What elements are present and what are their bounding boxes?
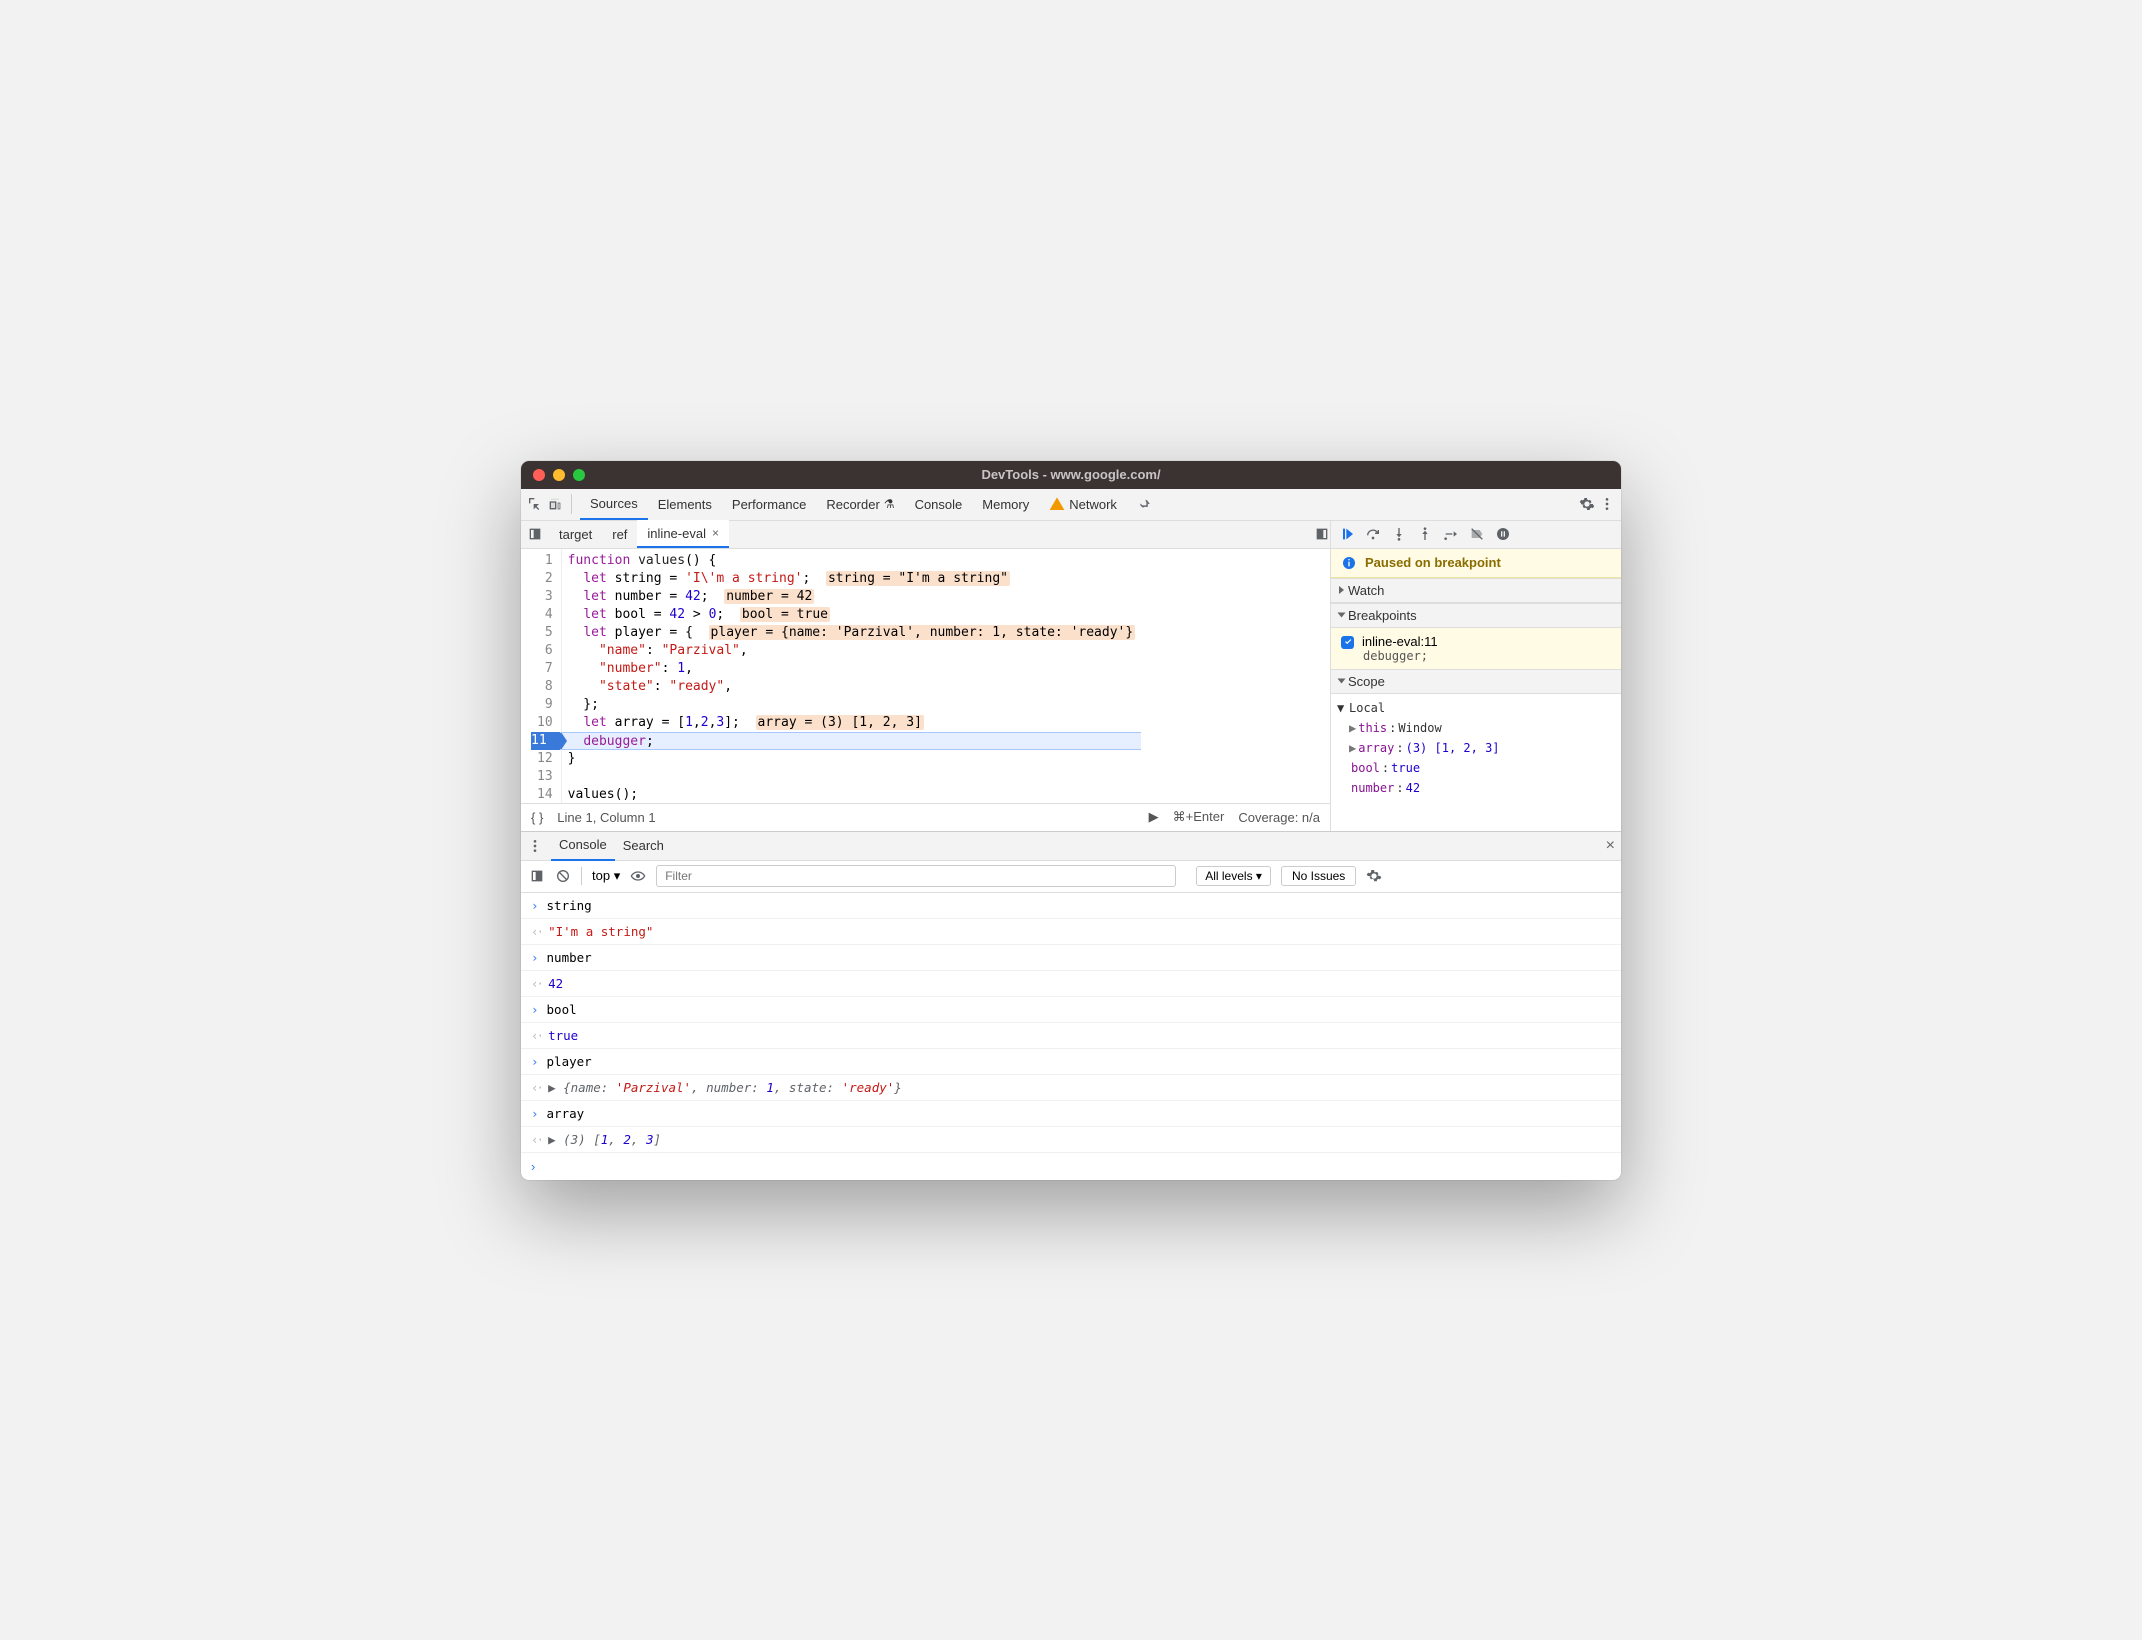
cursor-position: Line 1, Column 1: [557, 810, 655, 825]
resume-icon[interactable]: [1339, 526, 1355, 542]
step-over-icon[interactable]: [1365, 526, 1381, 542]
warning-icon: [1049, 496, 1065, 512]
debugger-toolbar: [1331, 521, 1621, 549]
panel-tab-console[interactable]: Console: [905, 488, 973, 520]
console-input-line[interactable]: array: [521, 1101, 1621, 1127]
traffic-lights: [521, 469, 585, 481]
close-tab-icon[interactable]: ×: [712, 526, 719, 540]
run-hint: ⌘+Enter: [1173, 809, 1225, 825]
console-prompt[interactable]: ›: [521, 1153, 1621, 1180]
breakpoint-checkbox[interactable]: [1341, 636, 1354, 649]
console-settings-icon[interactable]: [1366, 868, 1382, 884]
console-output-line[interactable]: "I'm a string": [521, 919, 1621, 945]
panel-tabs: SourcesElementsPerformanceRecorder ⚗Cons…: [580, 488, 1127, 520]
issues-button[interactable]: No Issues: [1281, 866, 1356, 886]
settings-icon[interactable]: [1579, 496, 1595, 512]
panel-tab-elements[interactable]: Elements: [648, 488, 722, 520]
window-title: DevTools - www.google.com/: [521, 467, 1621, 482]
breakpoints-section[interactable]: Breakpoints: [1331, 603, 1621, 628]
console-output-line[interactable]: ▶ {name: 'Parzival', number: 1, state: '…: [521, 1075, 1621, 1101]
kebab-menu-icon[interactable]: [1599, 496, 1615, 512]
drawer-menu-icon[interactable]: [527, 838, 543, 854]
breakpoint-item[interactable]: inline-eval:11 debugger;: [1331, 628, 1621, 669]
drawer-tabs: ConsoleSearch ×: [521, 831, 1621, 861]
chevron-down-icon: [1338, 679, 1346, 684]
console-output-line[interactable]: 42: [521, 971, 1621, 997]
file-tab-inline-eval[interactable]: inline-eval ×: [637, 520, 729, 548]
step-icon[interactable]: [1443, 526, 1459, 542]
console-output-line[interactable]: ▶ (3) [1, 2, 3]: [521, 1127, 1621, 1153]
inspect-element-icon[interactable]: [527, 496, 543, 512]
drawer-tab-search[interactable]: Search: [615, 831, 672, 861]
scope-variable[interactable]: ▶ this: Window: [1349, 718, 1615, 738]
show-debugger-icon[interactable]: [1314, 526, 1330, 542]
console-input-line[interactable]: bool: [521, 997, 1621, 1023]
panel-tab-sources[interactable]: Sources: [580, 488, 648, 520]
console-input-line[interactable]: player: [521, 1049, 1621, 1075]
file-tab-ref[interactable]: ref: [602, 520, 637, 548]
more-tabs-icon[interactable]: [1137, 496, 1153, 512]
pause-exceptions-icon[interactable]: [1495, 526, 1511, 542]
close-drawer-icon[interactable]: ×: [1606, 837, 1615, 855]
console-filter-bar: top ▾ All levels ▾ No Issues: [521, 861, 1621, 893]
file-tabs: targetrefinline-eval ×: [521, 521, 1330, 549]
step-out-icon[interactable]: [1417, 526, 1433, 542]
console-output-line[interactable]: true: [521, 1023, 1621, 1049]
panel-tab-memory[interactable]: Memory: [972, 488, 1039, 520]
console-output[interactable]: string"I'm a string"number42booltrueplay…: [521, 893, 1621, 1153]
devtools-window: DevTools - www.google.com/ SourcesElemen…: [521, 461, 1621, 1180]
editor-status-bar: { } Line 1, Column 1 ▶ ⌘+Enter Coverage:…: [521, 803, 1330, 831]
code-editor[interactable]: 1234567891011121314 function values() { …: [521, 549, 1330, 803]
file-tab-target[interactable]: target: [549, 520, 602, 548]
clear-console-icon[interactable]: [555, 868, 571, 884]
deactivate-breakpoints-icon[interactable]: [1469, 526, 1485, 542]
coverage-label: Coverage: n/a: [1238, 810, 1320, 825]
step-into-icon[interactable]: [1391, 526, 1407, 542]
scope-variable[interactable]: ▶ array: (3) [1, 2, 3]: [1349, 738, 1615, 758]
scope-variable[interactable]: bool: true: [1349, 758, 1615, 778]
titlebar: DevTools - www.google.com/: [521, 461, 1621, 489]
panel-tab-network[interactable]: Network: [1039, 488, 1127, 520]
close-window-button[interactable]: [533, 469, 545, 481]
scope-body: ▼Local ▶ this: Window▶ array: (3) [1, 2,…: [1331, 694, 1621, 802]
device-toolbar-icon[interactable]: [547, 496, 563, 512]
zoom-window-button[interactable]: [573, 469, 585, 481]
scope-section[interactable]: Scope: [1331, 669, 1621, 694]
log-levels-selector[interactable]: All levels ▾: [1196, 866, 1271, 886]
paused-banner: Paused on breakpoint: [1331, 549, 1621, 578]
show-navigator-icon[interactable]: [527, 526, 543, 542]
context-selector[interactable]: top ▾: [592, 868, 620, 884]
sidebar-toggle-icon[interactable]: [529, 868, 545, 884]
panel-tab-recorder[interactable]: Recorder ⚗: [816, 488, 904, 520]
info-icon: [1341, 555, 1357, 571]
chevron-right-icon: [1339, 586, 1344, 594]
chevron-down-icon: [1338, 613, 1346, 618]
run-snippet-icon[interactable]: ▶: [1149, 809, 1159, 825]
live-expression-icon[interactable]: [630, 868, 646, 884]
minimize-window-button[interactable]: [553, 469, 565, 481]
panel-tab-performance[interactable]: Performance: [722, 488, 816, 520]
console-input-line[interactable]: string: [521, 893, 1621, 919]
drawer-tab-console[interactable]: Console: [551, 831, 615, 861]
paused-text: Paused on breakpoint: [1365, 555, 1501, 570]
scope-variable[interactable]: number: 42: [1349, 778, 1615, 798]
filter-input[interactable]: [656, 865, 1176, 887]
pretty-print-icon[interactable]: { }: [531, 810, 543, 825]
main-toolbar: SourcesElementsPerformanceRecorder ⚗Cons…: [521, 489, 1621, 521]
console-input-line[interactable]: number: [521, 945, 1621, 971]
watch-section[interactable]: Watch: [1331, 578, 1621, 603]
